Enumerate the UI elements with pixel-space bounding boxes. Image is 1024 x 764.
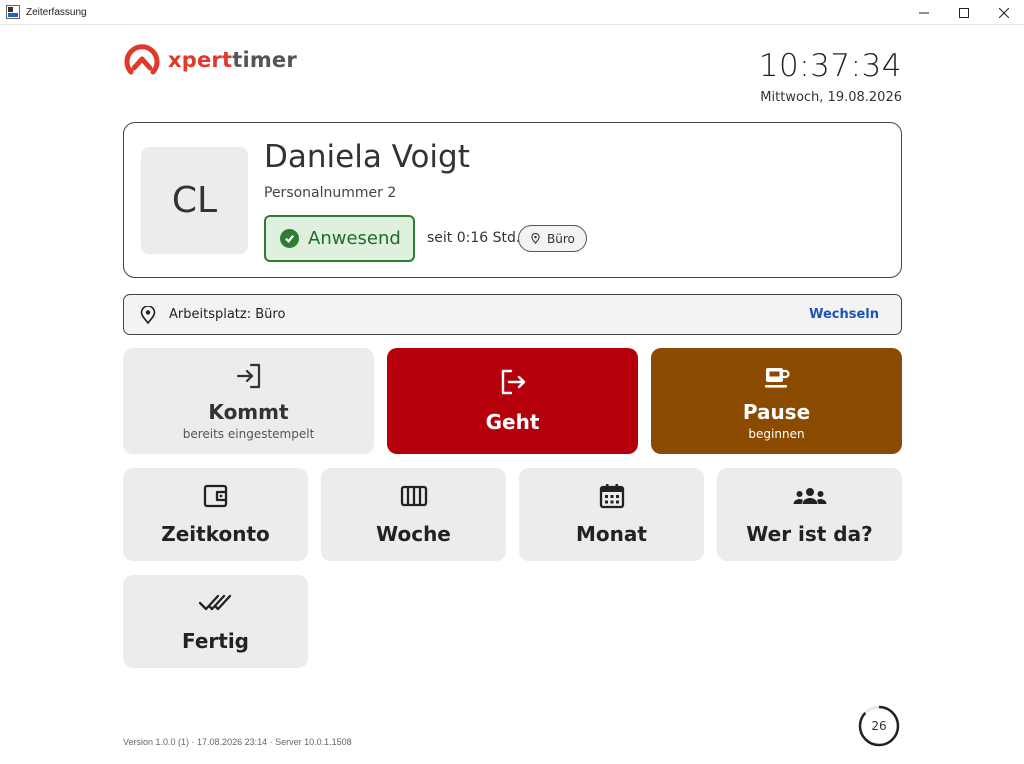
done-button[interactable]: Fertig: [123, 575, 308, 668]
who-is-here-button[interactable]: Wer ist da?: [717, 468, 902, 561]
location-pin-icon: [531, 233, 540, 244]
login-icon: [235, 362, 263, 390]
close-icon: [999, 7, 1009, 18]
brand-logo-icon: [124, 44, 160, 75]
brand-logo: xperttimer: [122, 41, 297, 79]
auto-logout-countdown: 26: [858, 705, 900, 747]
app-icon: [6, 5, 20, 19]
clock-out-button[interactable]: Geht: [387, 348, 638, 454]
workplace-bar: Arbeitsplatz: Büro Wechseln: [123, 294, 902, 335]
brand-logo-text-b: timer: [232, 48, 297, 72]
brand-logo-text: xperttimer: [168, 48, 297, 72]
version-info: Version 1.0.0 (1) · 17.08.2026 23:14 · S…: [123, 737, 352, 747]
wallet-icon: [202, 482, 230, 510]
done-title: Fertig: [181, 629, 249, 653]
start-break-button[interactable]: Pause beginnen: [651, 348, 902, 454]
current-date: Mittwoch, 19.08.2026: [760, 90, 902, 105]
minimize-icon: [919, 12, 929, 13]
close-button[interactable]: [984, 0, 1024, 25]
time-account-title: Zeitkonto: [161, 522, 270, 546]
present-since: seit 0:16 Std.: [427, 230, 521, 246]
employee-card: CL Daniela Voigt Personalnummer 2 Anwese…: [123, 122, 902, 278]
personnel-number: Personalnummer 2: [264, 185, 397, 201]
avatar: CL: [141, 147, 248, 254]
clock-in-title: Kommt: [208, 400, 289, 424]
group-icon: [792, 482, 828, 510]
location-chip-label: Büro: [547, 231, 575, 246]
check-circle-icon: [280, 229, 299, 248]
week-columns-icon: [400, 482, 428, 510]
maximize-icon: [959, 7, 969, 18]
week-view-title: Woche: [376, 522, 451, 546]
double-check-icon: [198, 589, 234, 617]
time-account-button[interactable]: Zeitkonto: [123, 468, 308, 561]
window-controls: [904, 0, 1024, 25]
start-break-subtitle: beginnen: [748, 427, 805, 441]
countdown-value: 26: [871, 719, 887, 733]
window-title: Zeiterfassung: [26, 6, 87, 18]
clock-in-button[interactable]: Kommt bereits eingestempelt: [123, 348, 374, 454]
window-titlebar: Zeiterfassung: [0, 0, 1024, 25]
coffee-icon: [763, 362, 791, 390]
location-pin-icon: [140, 305, 156, 324]
current-time: 10:37:34: [758, 48, 902, 84]
minimize-button[interactable]: [904, 0, 944, 25]
change-workplace-link[interactable]: Wechseln: [809, 307, 879, 322]
start-break-title: Pause: [742, 400, 811, 424]
calendar-icon: [598, 482, 626, 510]
month-view-button[interactable]: Monat: [519, 468, 704, 561]
clock-out-title: Geht: [485, 410, 540, 434]
month-view-title: Monat: [576, 522, 647, 546]
who-is-here-title: Wer ist da?: [746, 522, 873, 546]
status-label: Anwesend: [308, 228, 401, 249]
brand-logo-text-a: xpert: [168, 48, 233, 72]
week-view-button[interactable]: Woche: [321, 468, 506, 561]
employee-name: Daniela Voigt: [264, 139, 470, 175]
location-chip: Büro: [518, 225, 587, 252]
maximize-button[interactable]: [944, 0, 984, 25]
clock-in-subtitle: bereits eingestempelt: [182, 427, 315, 441]
workplace-label: Arbeitsplatz: Büro: [169, 307, 286, 322]
status-badge: Anwesend: [264, 215, 415, 262]
logout-icon: [499, 368, 527, 396]
